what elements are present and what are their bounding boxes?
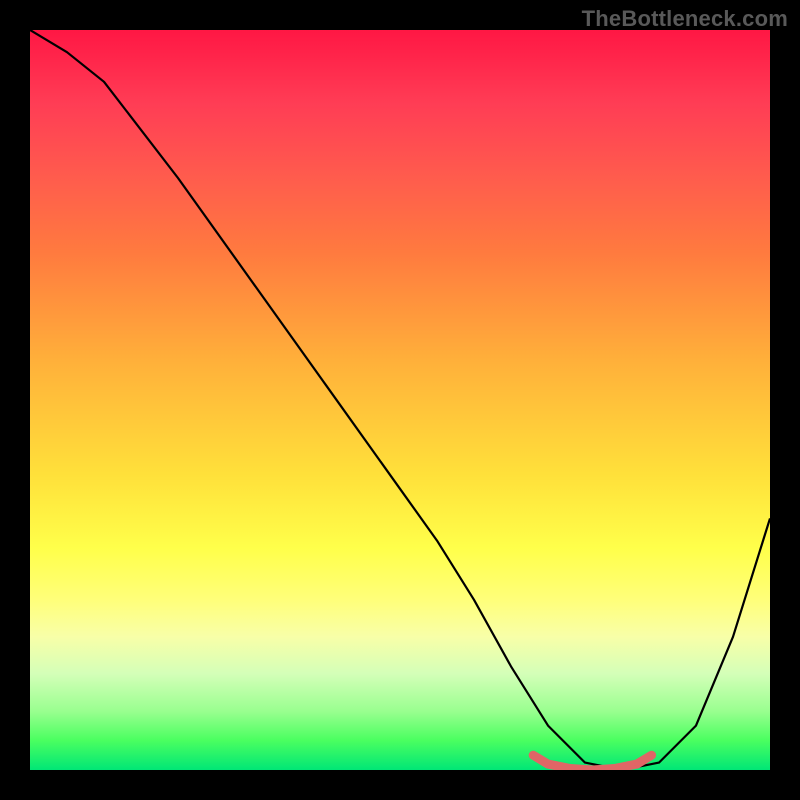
chart-container: TheBottleneck.com: [0, 0, 800, 800]
curve-svg: [30, 30, 770, 770]
bottleneck-curve-line: [30, 30, 770, 770]
plot-area: [30, 30, 770, 770]
optimal-range-marker: [533, 755, 651, 770]
watermark-text: TheBottleneck.com: [582, 6, 788, 32]
